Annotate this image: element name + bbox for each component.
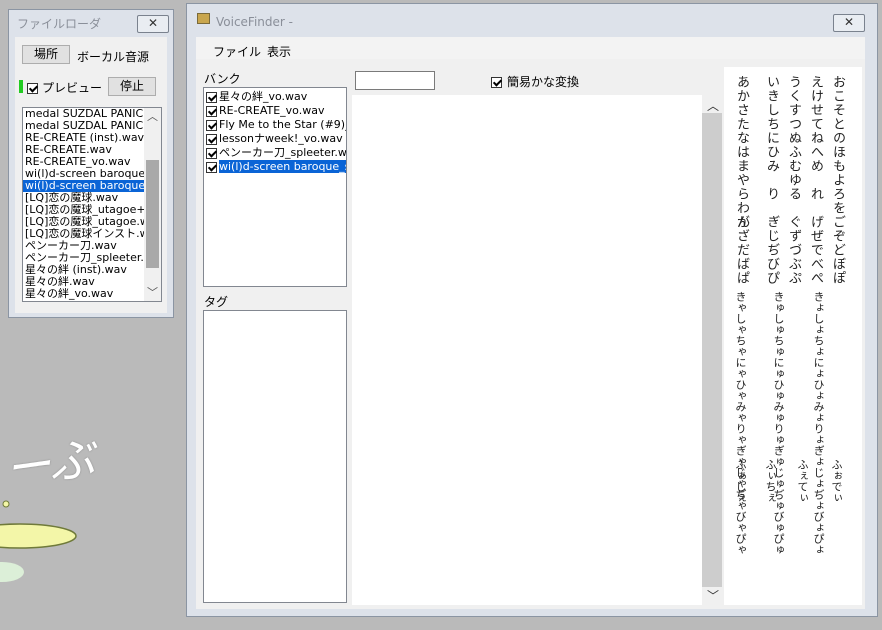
file-loader-client: 場所 ボーカル音源 プレビュー 停止 medal SUZDAL PANIC med… xyxy=(15,37,167,313)
location-button[interactable]: 場所 xyxy=(22,45,70,64)
bank-list-items: 星々の絆_vo.wav RE-CREATE_vo.wav Fly Me to the… xyxy=(204,90,346,174)
text-content-area[interactable]: ︿ ﹀ xyxy=(352,95,722,605)
file-list-item[interactable]: [LQ]恋の魔球_utagoe.wa xyxy=(23,216,144,228)
file-list-item[interactable]: 星々の絆_vo.wav xyxy=(23,288,144,300)
scrollbar-thumb[interactable] xyxy=(146,160,159,268)
bank-list-item[interactable]: RE-CREATE_vo.wav xyxy=(204,104,346,118)
file-loader-close-button[interactable]: ✕ xyxy=(137,15,169,33)
kana-convert-label: 簡易かな変換 xyxy=(507,75,580,89)
file-list-item[interactable]: RE-CREATE.wav xyxy=(23,144,144,156)
content-scrollbar[interactable]: ︿ ﹀ xyxy=(702,95,722,605)
kana-dakuon-e: げぜでべぺ xyxy=(808,215,823,285)
background-art-text: ーぶ xyxy=(1,430,98,497)
app-icon xyxy=(197,13,210,24)
file-list-item[interactable]: RE-CREATE (inst).wav xyxy=(23,132,144,144)
search-input[interactable] xyxy=(355,71,435,90)
bank-item-checkbox[interactable] xyxy=(206,161,217,173)
preview-level-indicator xyxy=(19,80,23,93)
kana-dakuon-u: ぐずづぶぷ xyxy=(786,215,801,285)
file-list-item[interactable]: medal SUZDAL PANIC xyxy=(23,120,144,132)
file-list-item[interactable]: [LQ]恋の魔球インスト.wa xyxy=(23,228,144,240)
kana-basic-i: いきしちにひみ り xyxy=(764,75,779,201)
menu-bar: ファイル 表示 xyxy=(196,37,865,59)
menu-file[interactable]: ファイル xyxy=(213,43,261,60)
file-loader-title: ファイルローダ xyxy=(17,17,102,31)
file-list-item[interactable]: ペンーカー刀_spleeter.wav xyxy=(23,252,144,264)
voicefinder-titlebar: VoiceFinder - ✕ xyxy=(187,4,877,32)
bank-item-label: lessonナweek!_vo.wav xyxy=(219,132,343,145)
kana-basic-u: うくすつぬふむゆる xyxy=(786,75,801,201)
file-list-item[interactable]: RE-CREATE_vo.wav xyxy=(23,156,144,168)
tag-label: タグ xyxy=(204,295,229,309)
file-list-item[interactable]: [LQ]恋の魔球.wav xyxy=(23,192,144,204)
file-list-item[interactable]: wi(l)d-screen baroque.w xyxy=(23,168,144,180)
voicefinder-title: VoiceFinder - xyxy=(216,15,293,29)
bank-item-checkbox[interactable] xyxy=(206,119,217,131)
stop-button[interactable]: 停止 xyxy=(108,77,156,96)
bank-list-item[interactable]: ペンーカー刀_spleeter.wav xyxy=(204,146,346,160)
bank-list-item[interactable]: 星々の絆_vo.wav xyxy=(204,90,346,104)
bank-item-label: ペンーカー刀_spleeter.wav xyxy=(219,146,346,159)
file-list-item[interactable]: 星々の絆 (inst).wav xyxy=(23,264,144,276)
kana-youon-ya: きゃしゃちゃにゃひゃみゃりゃぎゃじゃぢゃびゃぴゃ xyxy=(734,291,747,555)
content-scroll-up-icon[interactable]: ︿ xyxy=(707,97,719,114)
file-list[interactable]: medal SUZDAL PANIC medal SUZDAL PANIC RE-C… xyxy=(22,107,162,302)
bank-item-label: Fly Me to the Star (#9)_ xyxy=(219,118,346,131)
file-list-item[interactable]: medal SUZDAL PANIC xyxy=(23,108,144,120)
bank-list-item[interactable]: wi(l)d-screen baroque_s xyxy=(204,160,346,174)
file-list-item[interactable]: 星々の絆.wav xyxy=(23,276,144,288)
preview-label: プレビュー xyxy=(42,81,103,95)
file-list-item[interactable]: wi(l)d-screen baroque_s xyxy=(23,180,144,192)
bank-list-item[interactable]: Fly Me to the Star (#9)_ xyxy=(204,118,346,132)
bank-list-item[interactable]: lessonナweek!_vo.wav xyxy=(204,132,346,146)
bank-item-checkbox[interactable] xyxy=(206,91,217,103)
bank-item-label: RE-CREATE_vo.wav xyxy=(219,104,325,117)
scroll-up-arrow-icon[interactable]: ︿ xyxy=(147,108,158,124)
kana-basic-o: おこそとのほもよろを xyxy=(830,75,845,215)
source-label: ボーカル音源 xyxy=(77,50,150,64)
file-loader-window: ファイルローダ ✕ 場所 ボーカル音源 プレビュー 停止 medal SUZDA… xyxy=(8,9,174,318)
kana-extra-fa: ふぁしぇ xyxy=(734,459,747,503)
bank-item-checkbox[interactable] xyxy=(206,147,217,159)
tag-list[interactable] xyxy=(203,310,347,603)
voicefinder-window: VoiceFinder - ✕ ファイル 表示 バンク 星々の絆_vo.wav R… xyxy=(186,3,878,617)
kana-dakuon-o: ごぞどぼぽ xyxy=(830,215,845,285)
file-list-items: medal SUZDAL PANIC medal SUZDAL PANIC RE-C… xyxy=(23,108,144,300)
file-list-item[interactable]: [LQ]恋の魔球_utagoe+s xyxy=(23,204,144,216)
preview-checkbox[interactable] xyxy=(27,82,38,94)
file-list-item[interactable]: ペンーカー刀.wav xyxy=(23,240,144,252)
voicefinder-client: ファイル 表示 バンク 星々の絆_vo.wav RE-CREATE_vo.wav F… xyxy=(196,37,865,609)
bank-item-checkbox[interactable] xyxy=(206,133,217,145)
kana-extra-fo: ふぉでぃ xyxy=(830,459,843,503)
kana-dakuon-a: がざだばぱ xyxy=(734,215,749,285)
kana-youon-yu: きゅしゅちゅにゅひゅみゅりゅぎゅじゅぢゅびゅぴゅ xyxy=(772,291,785,555)
bank-label: バンク xyxy=(204,72,241,86)
kana-basic-a: あかさたなはまやらわん xyxy=(734,75,749,229)
kana-table-panel: おこそとのほもよろを えけせてねへめ れ うくすつぬふむゆる いきしちにひみ り… xyxy=(724,67,862,605)
kana-basic-e: えけせてねへめ れ xyxy=(808,75,823,201)
voicefinder-close-button[interactable]: ✕ xyxy=(833,14,865,32)
kana-dakuon-i: ぎじぢびぴ xyxy=(764,215,779,285)
menu-view[interactable]: 表示 xyxy=(267,43,291,60)
bank-item-label: wi(l)d-screen baroque_s xyxy=(219,160,346,173)
kana-convert-checkbox[interactable] xyxy=(491,76,502,88)
bank-item-checkbox[interactable] xyxy=(206,105,217,117)
file-list-scrollbar[interactable]: ︿ ﹀ xyxy=(144,108,161,301)
background-art-shape xyxy=(0,500,77,582)
content-scroll-down-icon[interactable]: ﹀ xyxy=(707,587,719,604)
file-loader-titlebar: ファイルローダ ✕ xyxy=(9,10,173,36)
bank-item-label: 星々の絆_vo.wav xyxy=(219,90,308,103)
scroll-down-arrow-icon[interactable]: ﹀ xyxy=(147,284,158,300)
kana-youon-yo: きょしょちょにょひょみょりょぎょじょぢょびょぴょ xyxy=(812,291,825,555)
content-scrollbar-thumb[interactable] xyxy=(702,113,722,587)
kana-extra-fe: ふぇてぃ xyxy=(796,459,809,503)
kana-extra-fi: ふぃちぇ xyxy=(764,459,777,503)
bank-list[interactable]: 星々の絆_vo.wav RE-CREATE_vo.wav Fly Me to the… xyxy=(203,87,347,287)
